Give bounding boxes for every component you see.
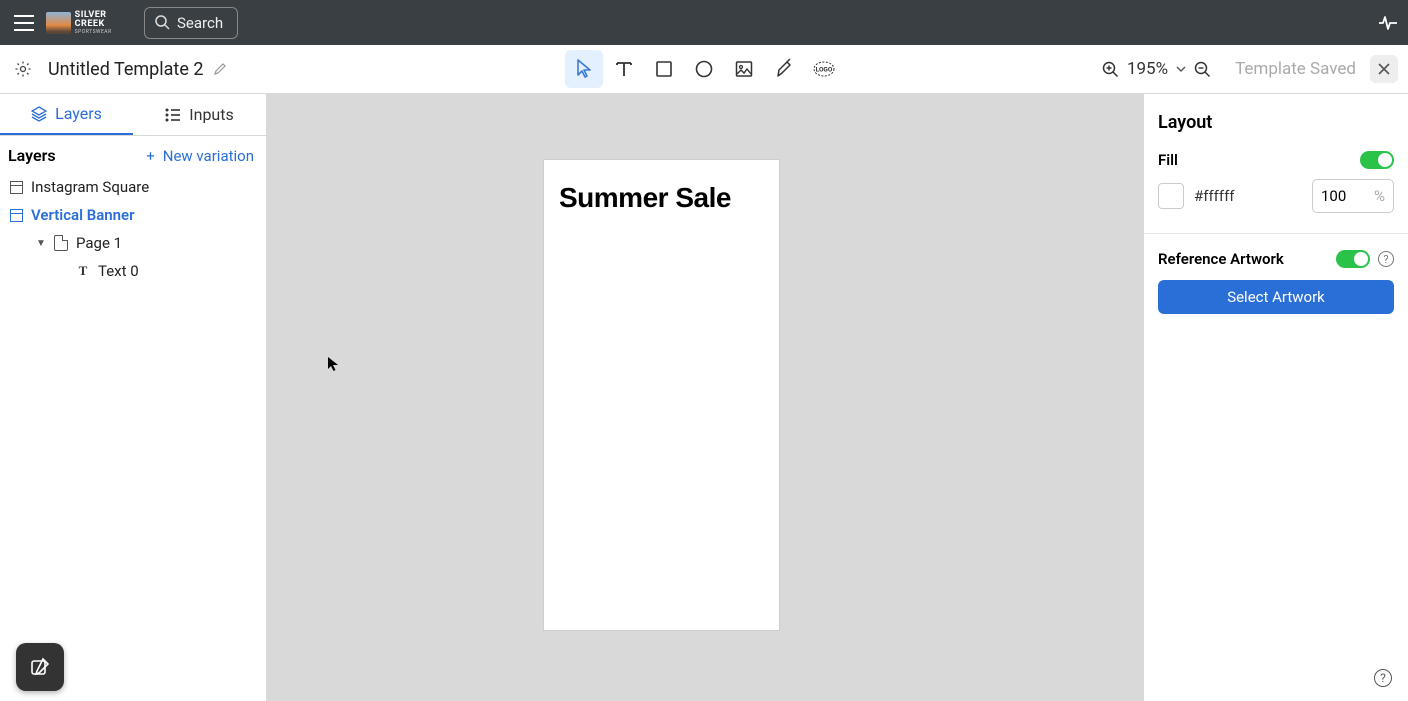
left-panel: Layers Inputs Layers + New variation Ins…: [0, 94, 267, 701]
layer-vertical-banner[interactable]: Vertical Banner: [4, 201, 262, 229]
tab-inputs[interactable]: Inputs: [133, 94, 266, 135]
toolbar: LOGO: [565, 50, 843, 88]
reference-artwork-label: Reference Artwork: [1158, 250, 1328, 268]
layer-instagram-square[interactable]: Instagram Square: [4, 173, 262, 201]
edit-title-icon[interactable]: [213, 62, 227, 76]
layer-label: Instagram Square: [31, 178, 149, 196]
layers-section-title: Layers: [8, 146, 56, 165]
search-label: Search: [177, 14, 223, 32]
logo-tool[interactable]: LOGO: [805, 50, 843, 88]
close-button[interactable]: [1370, 55, 1398, 83]
page-icon: [54, 235, 68, 251]
help-icon[interactable]: ?: [1378, 251, 1394, 267]
inputs-icon: [165, 108, 181, 122]
menu-icon[interactable]: [10, 11, 38, 35]
zoom-value[interactable]: 195%: [1127, 59, 1168, 79]
new-variation-label: New variation: [163, 147, 254, 165]
ellipse-tool[interactable]: [685, 50, 723, 88]
artboard-vertical-banner[interactable]: Summer Sale: [544, 160, 779, 630]
artboard-text[interactable]: Summer Sale: [544, 160, 779, 214]
svg-text:LOGO: LOGO: [816, 66, 833, 74]
layout-icon: [10, 181, 23, 194]
search-icon: [155, 15, 170, 30]
layer-label: Page 1: [76, 234, 122, 252]
header-right: 195% Template Saved: [1102, 55, 1398, 83]
activity-icon[interactable]: [1378, 15, 1398, 31]
caret-down-icon[interactable]: ▼: [36, 238, 46, 249]
save-status: Template Saved: [1235, 59, 1356, 79]
image-tool[interactable]: [725, 50, 763, 88]
reference-artwork-toggle[interactable]: [1336, 250, 1370, 268]
help-corner-icon[interactable]: ?: [1374, 669, 1392, 687]
fill-color-swatch[interactable]: [1158, 183, 1184, 209]
fill-toggle[interactable]: [1360, 151, 1394, 169]
tab-layers-label: Layers: [55, 104, 102, 123]
rectangle-tool[interactable]: [645, 50, 683, 88]
zoom-dropdown-icon[interactable]: [1176, 66, 1186, 72]
select-tool[interactable]: [565, 50, 603, 88]
app-topbar: SILVER CREEK SPORTSWEAR Search: [0, 0, 1408, 45]
brand-logo-image: [46, 12, 71, 34]
zoom-in-icon[interactable]: [1102, 61, 1119, 78]
fill-opacity-value: 100: [1321, 187, 1346, 205]
new-variation-button[interactable]: + New variation: [146, 147, 254, 165]
brand-name: SILVER CREEK: [75, 11, 136, 29]
search-button[interactable]: Search: [144, 7, 238, 39]
settings-icon[interactable]: [10, 56, 36, 82]
select-artwork-button[interactable]: Select Artwork: [1158, 280, 1394, 314]
fill-hex-value[interactable]: #ffffff: [1194, 187, 1302, 205]
layer-tree: Instagram Square Vertical Banner ▼ Page …: [0, 171, 266, 287]
layer-page-1[interactable]: ▼ Page 1: [4, 229, 262, 257]
text-tool[interactable]: [605, 50, 643, 88]
pen-tool[interactable]: [765, 50, 803, 88]
editor-header: Untitled Template 2 LOGO 1: [0, 45, 1408, 94]
layer-label: Vertical Banner: [31, 206, 135, 224]
fill-opacity-input[interactable]: 100 %: [1312, 179, 1394, 213]
canvas[interactable]: Summer Sale: [267, 94, 1143, 701]
tab-inputs-label: Inputs: [189, 105, 233, 124]
brand-subtitle: SPORTSWEAR: [75, 29, 136, 35]
fill-label: Fill: [1158, 151, 1178, 169]
tab-layers[interactable]: Layers: [0, 94, 133, 135]
plus-icon: +: [146, 147, 155, 165]
template-title: Untitled Template 2: [48, 59, 203, 80]
brand-logo[interactable]: SILVER CREEK SPORTSWEAR: [46, 9, 136, 37]
layer-text-0[interactable]: T Text 0: [4, 257, 262, 285]
panel-title: Layout: [1158, 112, 1394, 133]
compose-fab[interactable]: [16, 643, 64, 691]
layer-label: Text 0: [98, 262, 139, 280]
layout-icon: [10, 209, 23, 222]
fill-opacity-unit: %: [1374, 187, 1385, 205]
right-panel: Layout Fill #ffffff 100 % Reference Artw…: [1143, 94, 1408, 701]
layers-icon: [31, 106, 47, 122]
cursor-icon: [327, 356, 339, 372]
text-layer-icon: T: [76, 263, 90, 279]
divider: [1144, 233, 1408, 234]
zoom-out-icon[interactable]: [1194, 61, 1211, 78]
